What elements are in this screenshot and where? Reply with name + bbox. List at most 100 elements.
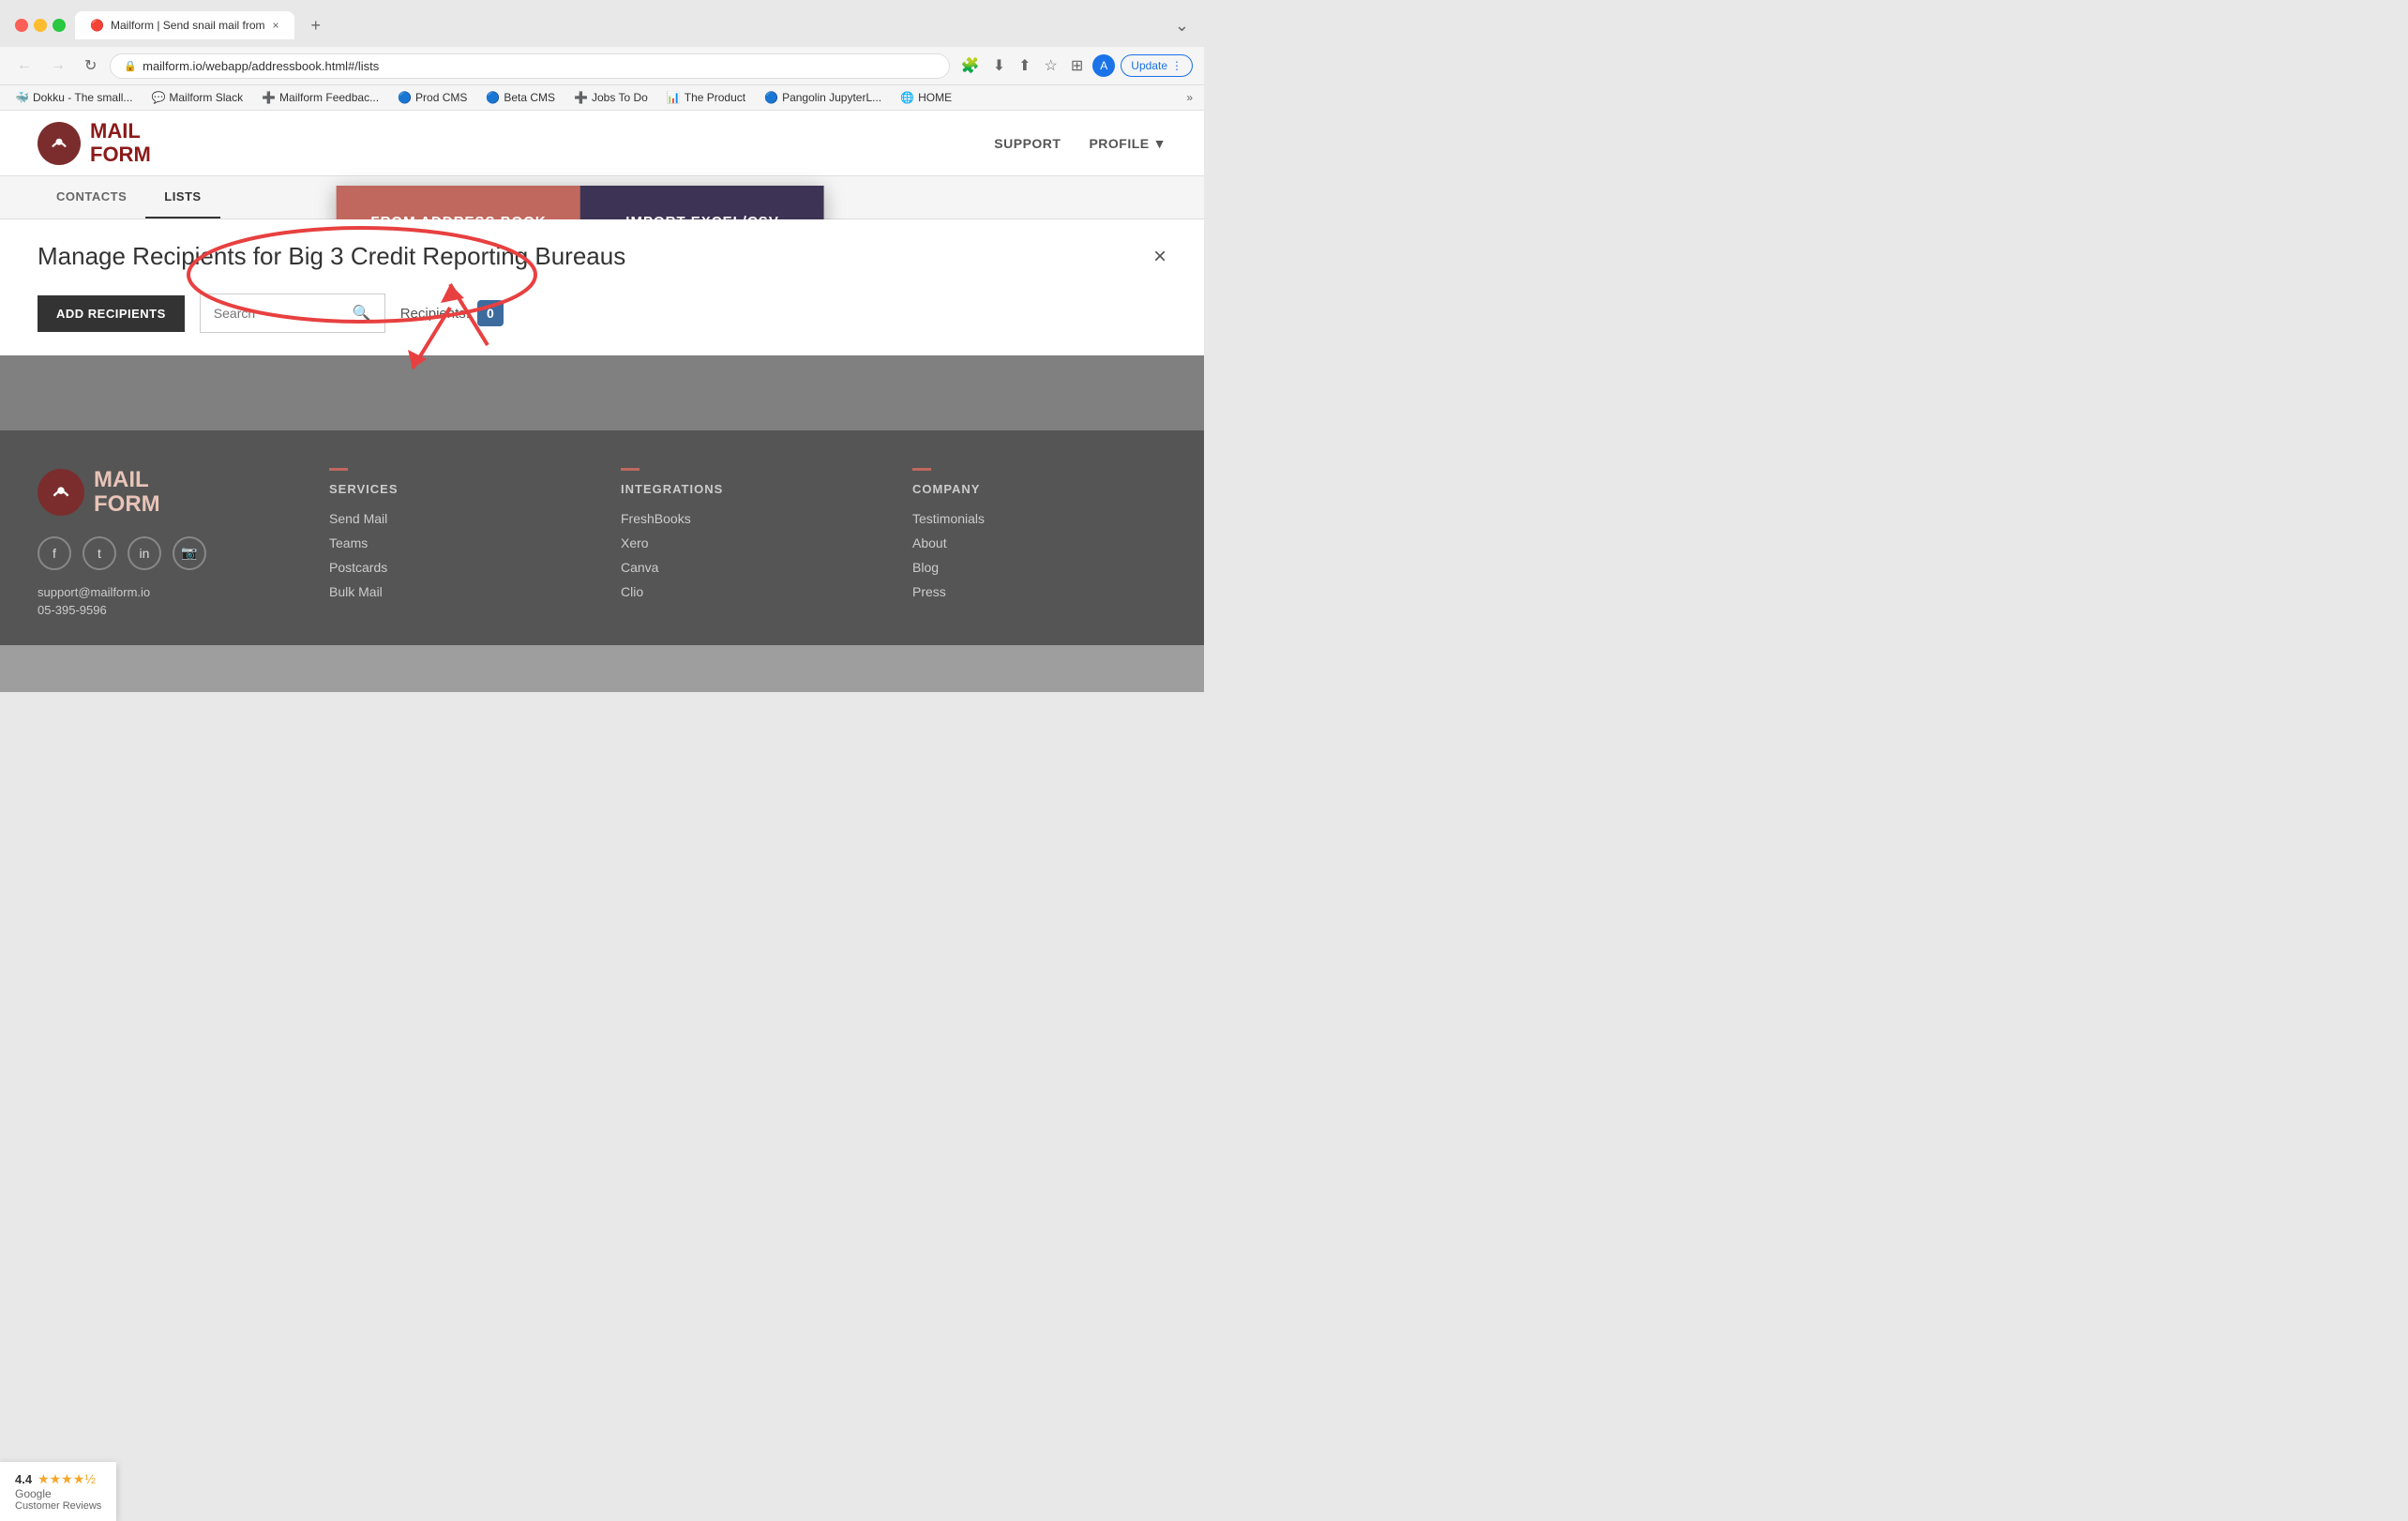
browser-toolbar: ← → ↻ 🔒 mailform.io/webapp/addressbook.h… <box>0 47 1204 85</box>
company-title: COMPANY <box>912 482 1166 496</box>
address-bar[interactable]: 🔒 mailform.io/webapp/addressbook.html#/l… <box>110 53 949 79</box>
footer-about[interactable]: About <box>912 535 1166 550</box>
nav-profile-label: PROFILE <box>1089 136 1149 151</box>
bookmark-pangolin-label: Pangolin JupyterL... <box>782 91 881 104</box>
footer-freshbooks[interactable]: FreshBooks <box>621 511 875 526</box>
prod-cms-icon: 🔵 <box>398 91 412 104</box>
tab-favicon: 🔴 <box>90 19 103 32</box>
nav-support[interactable]: SUPPORT <box>994 136 1061 151</box>
integrations-accent <box>621 468 640 471</box>
add-recipients-button[interactable]: ADD RECIPIENTS <box>38 295 185 332</box>
bookmark-home[interactable]: 🌐 HOME <box>896 89 956 106</box>
browser-profile-avatar[interactable]: A <box>1092 54 1115 77</box>
header-nav: SUPPORT PROFILE ▼ <box>994 136 1166 151</box>
lock-icon: 🔒 <box>124 60 137 72</box>
recipients-label: Recipients: <box>400 306 470 322</box>
window-controls <box>15 19 66 32</box>
bookmark-mailform-feedback[interactable]: ➕ Mailform Feedbac... <box>258 89 383 106</box>
update-button[interactable]: Update ⋮ <box>1121 54 1193 77</box>
nav-profile[interactable]: PROFILE ▼ <box>1089 136 1166 151</box>
footer-services-column: SERVICES Send Mail Teams Postcards Bulk … <box>329 468 583 617</box>
back-button[interactable]: ← <box>11 53 38 78</box>
app-logo: MAIL FORM <box>38 120 151 165</box>
new-tab-button[interactable]: + <box>304 12 329 39</box>
tab-lists[interactable]: LISTS <box>145 176 219 218</box>
logo-text: MAIL FORM <box>90 120 151 165</box>
page-content: MAIL FORM SUPPORT PROFILE ▼ CONTACTS LIS… <box>0 111 1204 692</box>
twitter-icon[interactable]: t <box>83 536 116 570</box>
bookmark-prod-cms-label: Prod CMS <box>415 91 467 104</box>
tabs-section: CONTACTS LISTS FROM ADDRESS BOOK IMPORT … <box>0 176 1204 219</box>
bookmark-mailform-slack[interactable]: 💬 Mailform Slack <box>147 89 247 106</box>
footer-xero[interactable]: Xero <box>621 535 875 550</box>
footer-contact: support@mailform.io 05-395-9596 <box>38 585 292 617</box>
instagram-icon[interactable]: 📷 <box>173 536 206 570</box>
search-input[interactable] <box>214 306 345 321</box>
bookmark-feedback-label: Mailform Feedbac... <box>279 91 379 104</box>
gray-content-area <box>0 355 1204 430</box>
logo-text-line1: MAIL <box>90 120 151 143</box>
url-text: mailform.io/webapp/addressbook.html#/lis… <box>143 59 379 73</box>
toolbar-actions: 🧩 ⬇ ⬆ ☆ ⊞ A Update ⋮ <box>957 53 1193 79</box>
extensions-button[interactable]: 🧩 <box>957 53 984 79</box>
share-button[interactable]: ⬆ <box>1015 53 1034 79</box>
tab-contacts[interactable]: CONTACTS <box>38 176 145 218</box>
browser-window: 🔴 Mailform | Send snail mail from × + ⌄ … <box>0 0 1204 111</box>
pangolin-icon: 🔵 <box>764 91 778 104</box>
footer-send-mail[interactable]: Send Mail <box>329 511 583 526</box>
feedback-icon: ➕ <box>262 91 276 104</box>
footer-testimonials[interactable]: Testimonials <box>912 511 1166 526</box>
search-box[interactable]: 🔍 <box>200 294 385 333</box>
tab-title: Mailform | Send snail mail from <box>111 19 265 32</box>
home-icon: 🌐 <box>900 91 914 104</box>
footer-bulk-mail[interactable]: Bulk Mail <box>329 584 583 599</box>
bookmark-the-product[interactable]: 📊 The Product <box>663 89 749 106</box>
footer-blog[interactable]: Blog <box>912 560 1166 575</box>
forward-button[interactable]: → <box>45 53 71 78</box>
footer-phone: 05-395-9596 <box>38 603 292 617</box>
footer-company-column: COMPANY Testimonials About Blog Press <box>912 468 1166 617</box>
footer-logo-text: MAIL FORM <box>94 468 160 518</box>
reload-button[interactable]: ↻ <box>79 53 102 79</box>
footer-canva[interactable]: Canva <box>621 560 875 575</box>
bookmark-jobs-label: Jobs To Do <box>592 91 648 104</box>
footer-teams[interactable]: Teams <box>329 535 583 550</box>
bookmark-dokku-label: Dokku - The small... <box>33 91 132 104</box>
bookmark-prod-cms[interactable]: 🔵 Prod CMS <box>394 89 471 106</box>
close-manage-button[interactable]: × <box>1153 244 1166 270</box>
bookmark-button[interactable]: ☆ <box>1041 53 1061 79</box>
bookmark-pangolin[interactable]: 🔵 Pangolin JupyterL... <box>760 89 885 106</box>
linkedin-icon[interactable]: in <box>128 536 161 570</box>
footer: MAIL FORM f t in 📷 support@mailform.io 0… <box>0 430 1204 645</box>
footer-logo-icon <box>38 469 84 516</box>
tab-menu-icon[interactable]: ⌄ <box>1175 16 1189 36</box>
beta-cms-icon: 🔵 <box>486 91 500 104</box>
maximize-window-dot[interactable] <box>53 19 66 32</box>
minimize-window-dot[interactable] <box>34 19 47 32</box>
logo-text-line2: FORM <box>90 143 151 166</box>
facebook-icon[interactable]: f <box>38 536 71 570</box>
slack-icon: 💬 <box>151 91 165 104</box>
bookmark-dokku[interactable]: 🐳 Dokku - The small... <box>11 89 136 106</box>
footer-logo: MAIL FORM <box>38 468 292 518</box>
manage-header: Manage Recipients for Big 3 Credit Repor… <box>38 242 1166 271</box>
company-accent <box>912 468 931 471</box>
logo-icon <box>38 122 81 165</box>
tab-close-button[interactable]: × <box>273 19 279 32</box>
profile-button[interactable]: ⊞ <box>1067 53 1087 79</box>
bookmark-jobs-to-do[interactable]: ➕ Jobs To Do <box>570 89 652 106</box>
update-menu-icon: ⋮ <box>1171 59 1182 72</box>
download-button[interactable]: ⬇ <box>989 53 1009 79</box>
browser-tab[interactable]: 🔴 Mailform | Send snail mail from × <box>75 11 294 39</box>
footer-press[interactable]: Press <box>912 584 1166 599</box>
bookmark-beta-cms[interactable]: 🔵 Beta CMS <box>482 89 559 106</box>
footer-clio[interactable]: Clio <box>621 584 875 599</box>
footer-logo-svg <box>47 478 75 506</box>
app-header: MAIL FORM SUPPORT PROFILE ▼ <box>0 111 1204 176</box>
footer-email: support@mailform.io <box>38 585 292 599</box>
bookmark-home-label: HOME <box>918 91 952 104</box>
footer-postcards[interactable]: Postcards <box>329 560 583 575</box>
more-bookmarks[interactable]: » <box>1186 91 1193 104</box>
product-icon: 📊 <box>667 91 681 104</box>
close-window-dot[interactable] <box>15 19 28 32</box>
